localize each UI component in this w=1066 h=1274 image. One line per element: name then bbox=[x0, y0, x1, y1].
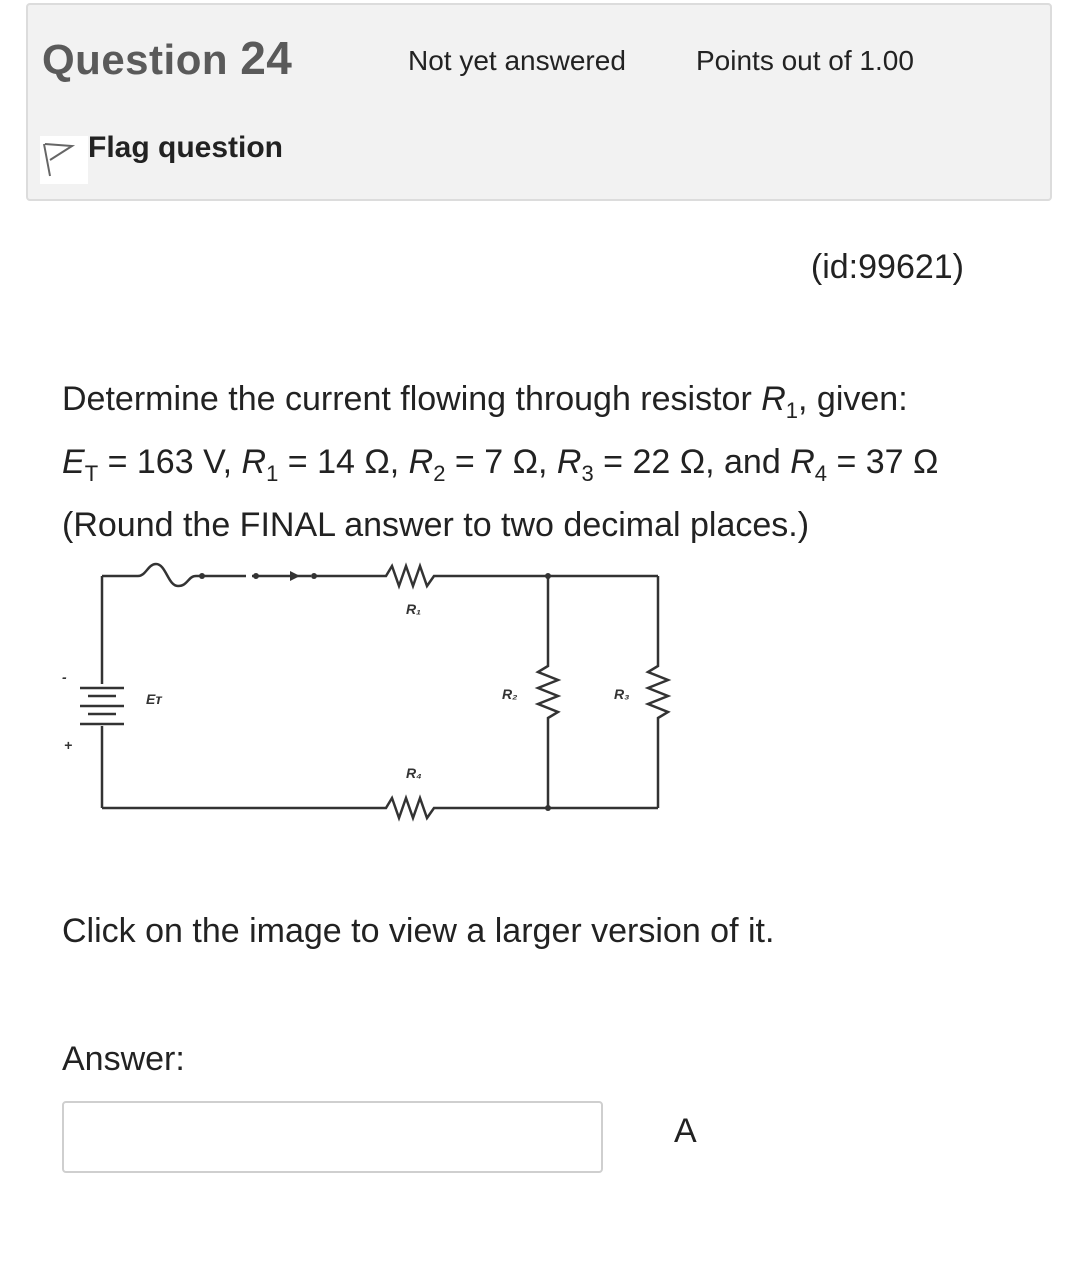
source-label: Eᴛ bbox=[146, 691, 162, 707]
battery-minus: - bbox=[62, 669, 67, 685]
flag-question-button[interactable]: Flag question bbox=[40, 129, 283, 184]
r1-label: R₁ bbox=[406, 601, 421, 617]
resistor-sub: 1 bbox=[785, 398, 799, 423]
r4-label: R₄ bbox=[406, 765, 422, 781]
switch-contact bbox=[311, 573, 317, 579]
question-state: Not yet answered bbox=[408, 45, 626, 76]
flag-outline-icon bbox=[40, 136, 88, 184]
question-grade: Points out of 1.00 bbox=[696, 45, 914, 76]
enlarge-image-note: Click on the image to view a larger vers… bbox=[62, 912, 775, 950]
question-id: (id:99621) bbox=[810, 248, 964, 286]
r2-resistor bbox=[534, 576, 562, 808]
switch-contact bbox=[253, 573, 259, 579]
question-number: Question 24 bbox=[42, 31, 292, 85]
given-value: = 22 Ω, and bbox=[593, 443, 791, 481]
given-value: = 14 Ω, bbox=[278, 443, 409, 481]
given-value: = 37 Ω bbox=[827, 443, 939, 481]
given-var: R bbox=[790, 443, 815, 481]
r3-resistor bbox=[644, 576, 672, 808]
question-text: Determine the current flowing through re… bbox=[62, 368, 938, 557]
switch-contact bbox=[199, 573, 205, 579]
resistor-var: R bbox=[761, 380, 786, 418]
given-sub: 3 bbox=[581, 461, 594, 486]
given-value: = 7 Ω, bbox=[445, 443, 557, 481]
given-sub: 4 bbox=[814, 461, 828, 486]
given-value: = 163 V, bbox=[98, 443, 242, 481]
r2-label: R₂ bbox=[502, 686, 517, 702]
given-var: R bbox=[408, 443, 434, 481]
question-line-1: Determine the current flowing through re… bbox=[62, 368, 938, 431]
junction-dot bbox=[545, 573, 551, 579]
given-sub: T bbox=[84, 461, 99, 486]
r3-label: R₃ bbox=[614, 686, 630, 702]
question-info-box: Question 24 Not yet answered Points out … bbox=[26, 3, 1052, 201]
r4-resistor bbox=[102, 794, 658, 822]
question-given-values: ET = 163 V, R1 = 14 Ω, R2 = 7 Ω, R3 = 22… bbox=[62, 431, 938, 494]
given-var: R bbox=[556, 443, 582, 481]
top-wire-left bbox=[102, 562, 246, 588]
given-sub: 1 bbox=[266, 461, 279, 486]
answer-unit: A bbox=[674, 1112, 697, 1150]
answer-label: Answer: bbox=[62, 1040, 185, 1078]
r1-resistor bbox=[316, 562, 658, 590]
question-intro-tail: , given: bbox=[798, 380, 908, 418]
given-var: R bbox=[241, 443, 267, 481]
answer-input[interactable] bbox=[62, 1101, 603, 1173]
question-intro: Determine the current flowing through re… bbox=[62, 380, 762, 418]
current-arrow bbox=[290, 571, 300, 581]
rounding-note: (Round the FINAL answer to two decimal p… bbox=[62, 506, 810, 544]
battery-plus: + bbox=[64, 737, 72, 753]
flag-question-label: Flag question bbox=[88, 131, 283, 164]
question-number-value: 24 bbox=[240, 32, 293, 84]
given-sub: 2 bbox=[433, 461, 446, 486]
junction-dot bbox=[545, 805, 551, 811]
question-label: Question bbox=[42, 36, 229, 83]
given-var: E bbox=[62, 443, 85, 481]
circuit-diagram-image[interactable]: R₁ R₂ R₃ R₄ Eᴛ - + bbox=[56, 556, 676, 826]
